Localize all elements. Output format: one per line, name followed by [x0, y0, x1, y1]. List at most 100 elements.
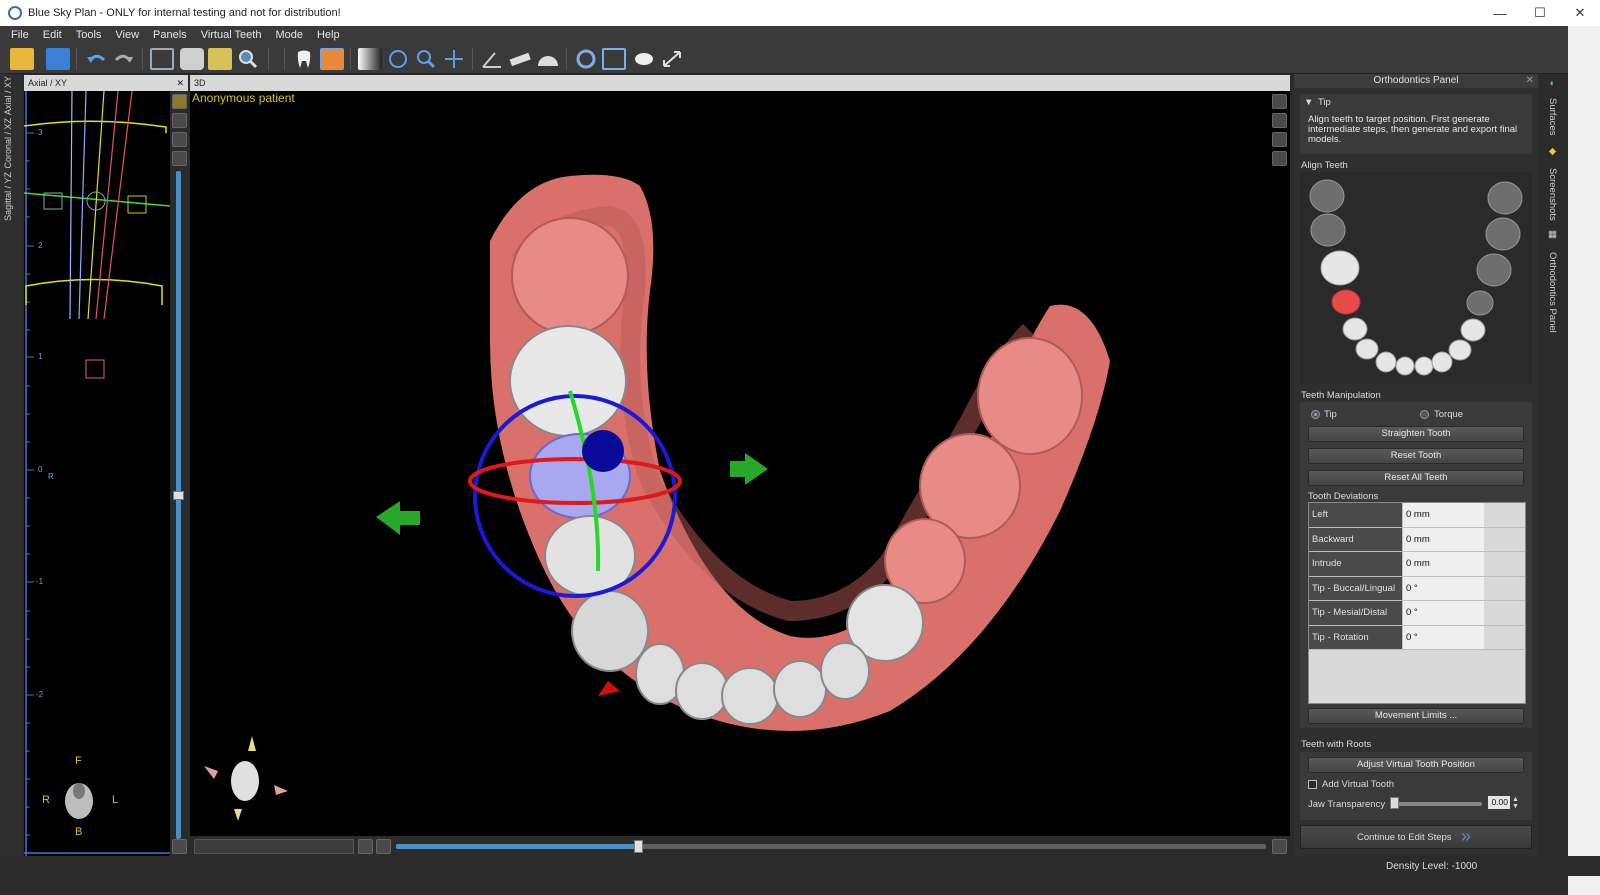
- face-view-icon[interactable]: [1272, 151, 1287, 166]
- scroll-down-icon[interactable]: [172, 839, 187, 854]
- step-select[interactable]: [194, 839, 354, 854]
- incisor-4[interactable]: [773, 660, 827, 718]
- tab-orthodontics-panel[interactable]: Orthodontics Panel: [1547, 252, 1558, 333]
- align-teeth-chart[interactable]: [1300, 172, 1532, 384]
- reset-tooth-button[interactable]: Reset Tooth: [1308, 448, 1524, 464]
- jaw-view-icon[interactable]: [1272, 132, 1287, 147]
- undo-step-icon[interactable]: [358, 839, 373, 854]
- screenshot-icon[interactable]: [180, 48, 204, 70]
- protractor-icon[interactable]: [536, 48, 560, 70]
- cloud-icon[interactable]: [632, 48, 656, 70]
- adjust-virtual-tooth-button[interactable]: Adjust Virtual Tooth Position: [1308, 757, 1524, 773]
- skull-view-icon[interactable]: [1272, 113, 1287, 128]
- menu-mode[interactable]: Mode: [275, 29, 303, 41]
- pin-icon[interactable]: [172, 94, 187, 109]
- tab-surfaces[interactable]: Surfaces: [1547, 98, 1558, 136]
- jaw-transparency-slider[interactable]: [1392, 802, 1482, 806]
- teeth-arch-diagram[interactable]: [1300, 172, 1532, 384]
- molar-left-1[interactable]: [511, 217, 629, 335]
- dental-model[interactable]: [190, 91, 1290, 854]
- 3d-view[interactable]: Anonymous patient: [190, 91, 1290, 854]
- reset-all-teeth-button[interactable]: Reset All Teeth: [1308, 470, 1524, 486]
- step-slider-knob[interactable]: [634, 840, 643, 853]
- tab-axial[interactable]: Axial / XY: [3, 76, 13, 115]
- tab-sagittal[interactable]: Sagittal / YZ: [3, 172, 13, 221]
- gizmo-center-handle[interactable]: [582, 430, 624, 472]
- spin-arrows-icon[interactable]: ▲ ▼: [1512, 796, 1519, 810]
- incisor-3[interactable]: [721, 667, 779, 725]
- deviation-value[interactable]: 0 mm: [1402, 552, 1484, 576]
- orientation-head-icon[interactable]: [231, 761, 259, 801]
- step-slider[interactable]: [396, 840, 1266, 853]
- measure-grid-icon[interactable]: [208, 48, 232, 70]
- tab-screenshots[interactable]: Screenshots: [1547, 168, 1558, 221]
- align-icon[interactable]: [602, 48, 626, 70]
- deviation-value[interactable]: 0 °: [1402, 625, 1484, 649]
- continue-to-edit-steps-button[interactable]: Continue to Edit Steps »: [1300, 825, 1532, 849]
- molar-right-1[interactable]: [977, 337, 1083, 455]
- molar-left-2[interactable]: [509, 325, 627, 437]
- jaw-transparency-knob[interactable]: [1390, 797, 1399, 809]
- deviation-value[interactable]: 0 mm: [1402, 503, 1484, 527]
- maximize-button[interactable]: ☐: [1520, 0, 1560, 26]
- jaw-view-icon[interactable]: [172, 132, 187, 147]
- redo-icon[interactable]: [112, 48, 136, 70]
- canine-right[interactable]: [820, 642, 870, 700]
- menu-help[interactable]: Help: [317, 29, 340, 41]
- angle-icon[interactable]: [480, 48, 504, 70]
- straighten-tooth-button[interactable]: Straighten Tooth: [1308, 426, 1524, 442]
- close-button[interactable]: ✕: [1560, 0, 1600, 26]
- screenshots-tab-icon[interactable]: ◆: [1547, 146, 1558, 157]
- menu-view[interactable]: View: [115, 29, 139, 41]
- surfaces-tab-icon[interactable]: ◐: [1547, 78, 1558, 89]
- fullscreen-icon[interactable]: [660, 48, 684, 70]
- menu-virtual-teeth[interactable]: Virtual Teeth: [201, 29, 262, 41]
- deviation-value[interactable]: 0 °: [1402, 601, 1484, 625]
- axial-slice-canvas[interactable]: [24, 91, 170, 873]
- prev-step-icon[interactable]: [376, 839, 391, 854]
- slice-scroll-thumb[interactable]: [173, 491, 184, 500]
- contrast-icon[interactable]: [358, 48, 382, 70]
- tip-radio[interactable]: [1311, 410, 1320, 419]
- skull-view-icon[interactable]: [172, 113, 187, 128]
- slice-scrollbar[interactable]: [176, 171, 181, 839]
- undo-icon[interactable]: [84, 48, 108, 70]
- next-step-icon[interactable]: [1272, 839, 1287, 854]
- jaw-transparency-input[interactable]: 0.00: [1488, 796, 1510, 809]
- magnifier-icon[interactable]: [236, 48, 260, 70]
- tooth-icon[interactable]: [292, 48, 316, 70]
- movement-limits-button[interactable]: Movement Limits ...: [1308, 708, 1524, 724]
- layout-icon[interactable]: [150, 48, 174, 70]
- minimize-button[interactable]: —: [1480, 0, 1520, 26]
- deviation-value[interactable]: 0 mm: [1402, 527, 1484, 551]
- add-virtual-tooth-checkbox[interactable]: [1308, 780, 1317, 789]
- teeth-color-icon[interactable]: [320, 48, 344, 70]
- canine-left[interactable]: [571, 590, 649, 672]
- move-left-arrow[interactable]: [376, 501, 420, 535]
- open-icon[interactable]: [10, 48, 34, 70]
- collapse-icon[interactable]: ▼: [1304, 97, 1313, 108]
- deviation-value[interactable]: 0 °: [1402, 576, 1484, 600]
- orthodontics-tab-icon[interactable]: ▦: [1547, 229, 1558, 240]
- close-icon[interactable]: ✕: [176, 75, 184, 91]
- reset-view-icon[interactable]: [574, 48, 598, 70]
- menu-edit[interactable]: Edit: [43, 29, 62, 41]
- side-tab-strip: ◐ Surfaces ◆ Screenshots ▦ Orthodontics …: [1540, 74, 1568, 864]
- reset-zoom-icon[interactable]: [1272, 94, 1287, 109]
- pan-icon[interactable]: [442, 48, 466, 70]
- move-down-arrow[interactable]: [598, 681, 620, 696]
- ruler-icon[interactable]: [508, 48, 532, 70]
- tab-coronal[interactable]: Coronal / XZ: [3, 118, 13, 169]
- rotate-icon[interactable]: [386, 48, 410, 70]
- menu-tools[interactable]: Tools: [76, 29, 102, 41]
- save-icon[interactable]: [46, 48, 70, 70]
- close-icon[interactable]: ✕: [1526, 74, 1534, 88]
- scroll-up-icon[interactable]: [172, 151, 187, 166]
- zoom-icon[interactable]: [414, 48, 438, 70]
- menu-panels[interactable]: Panels: [153, 29, 187, 41]
- torque-radio[interactable]: [1420, 410, 1429, 419]
- menu-file[interactable]: File: [11, 29, 29, 41]
- incisor-2[interactable]: [675, 662, 729, 720]
- axial-view[interactable]: 3 2 1 0 R -1 -2 F R L B: [24, 91, 170, 873]
- move-right-arrow[interactable]: [730, 453, 768, 485]
